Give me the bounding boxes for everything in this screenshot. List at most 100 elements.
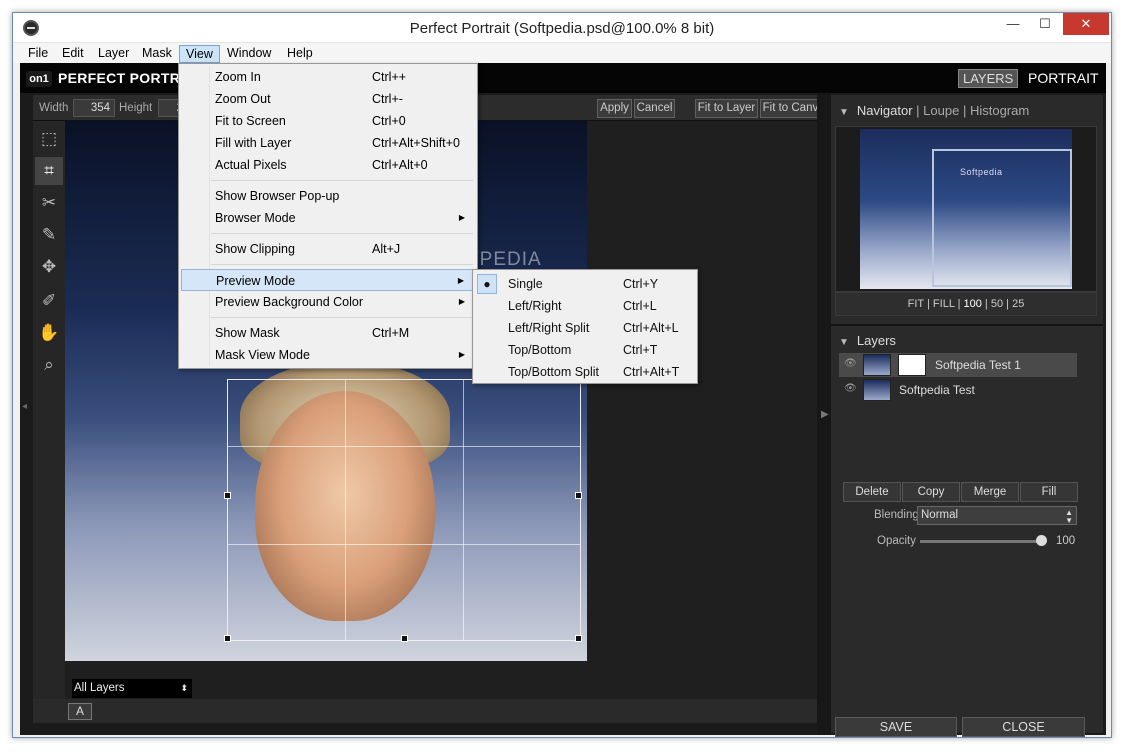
cut-tool-icon[interactable]: ✂ xyxy=(35,189,63,217)
visibility-eye-icon[interactable]: 👁 xyxy=(844,358,857,369)
zoom-presets: FIT | FILL | 100 | 50 | 25 xyxy=(835,292,1097,316)
crop-handle[interactable] xyxy=(224,492,231,499)
submenu-top-bottom-split[interactable]: Top/Bottom Split Ctrl+Alt+T xyxy=(475,361,695,383)
navigator-preview[interactable]: Softpedia xyxy=(835,126,1097,292)
layer-name: Softpedia Test 1 xyxy=(935,358,1021,372)
maximize-button[interactable]: ☐ xyxy=(1031,13,1059,35)
transform-tool-icon[interactable]: ✥ xyxy=(35,253,63,281)
menu-window[interactable]: Window xyxy=(221,45,277,63)
navigator-header: ▼ Navigator | Loupe | Histogram xyxy=(839,103,1030,118)
on1-logo: on1 xyxy=(26,71,52,87)
minimize-button[interactable]: — xyxy=(999,13,1027,35)
expand-arrow-icon[interactable]: ▶ xyxy=(821,409,829,420)
retouch-tool-icon[interactable]: ✐ xyxy=(35,287,63,315)
crop-box[interactable] xyxy=(224,379,582,642)
menu-separator xyxy=(211,317,473,318)
opacity-slider-handle[interactable] xyxy=(1036,535,1047,546)
menu-file[interactable]: File xyxy=(22,45,54,63)
layer-thumbnail xyxy=(863,354,891,376)
marquee-tool-icon[interactable]: ⬚ xyxy=(35,125,63,153)
layer-row[interactable]: 👁 Softpedia Test xyxy=(839,378,1077,402)
close-window-button[interactable]: ✕ xyxy=(1063,13,1109,35)
submenu-left-right-split[interactable]: Left/Right Split Ctrl+Alt+L xyxy=(475,317,695,339)
menu-show-browser-popup[interactable]: Show Browser Pop-up xyxy=(181,185,475,207)
view-menu: Zoom In Ctrl++ Zoom Out Ctrl+- Fit to Scre… xyxy=(178,63,478,369)
tab-loupe[interactable]: Loupe xyxy=(923,103,959,118)
menu-fit-to-screen[interactable]: Fit to Screen Ctrl+0 xyxy=(181,110,475,132)
width-input[interactable]: 354 xyxy=(73,99,115,117)
opacity-label: Opacity xyxy=(877,535,916,547)
blending-select[interactable]: Normal ▲ ▼ xyxy=(917,506,1077,525)
right-panel: ▼ Navigator | Loupe | Histogram Softpedia… xyxy=(831,95,1103,733)
canvas-bottom-bar: A xyxy=(33,699,817,723)
submenu-top-bottom[interactable]: Top/Bottom Ctrl+T xyxy=(475,339,695,361)
zoom-fit[interactable]: FIT xyxy=(908,298,924,310)
menu-bar: File Edit Layer Mask View Window Help xyxy=(13,43,1111,63)
menu-mask-view-mode[interactable]: Mask View Mode ▶ xyxy=(181,344,475,366)
a-button[interactable]: A xyxy=(68,703,92,720)
menu-show-mask[interactable]: Show Mask Ctrl+M xyxy=(181,322,475,344)
submenu-single[interactable]: ● Single Ctrl+Y xyxy=(475,273,695,295)
menu-layer[interactable]: Layer xyxy=(92,45,135,63)
close-button[interactable]: CLOSE xyxy=(962,717,1085,737)
submenu-left-right[interactable]: Left/Right Ctrl+L xyxy=(475,295,695,317)
menu-view[interactable]: View xyxy=(179,45,220,63)
left-collapse-icon[interactable]: ◂ xyxy=(22,401,27,412)
delete-layer-button[interactable]: Delete xyxy=(843,482,901,502)
layer-list: 👁 Softpedia Test 1 👁 Softpedia Test xyxy=(839,353,1077,407)
menu-zoom-in[interactable]: Zoom In Ctrl++ xyxy=(181,66,475,88)
mode-layers-button[interactable]: LAYERS xyxy=(958,69,1019,88)
menu-preview-mode[interactable]: Preview Mode ▶ xyxy=(181,269,475,291)
height-label: Height xyxy=(119,102,153,114)
tab-navigator[interactable]: Navigator xyxy=(857,103,913,118)
brush-tool-icon[interactable]: ✎ xyxy=(35,221,63,249)
menu-zoom-out[interactable]: Zoom Out Ctrl+- xyxy=(181,88,475,110)
fill-layer-button[interactable]: Fill xyxy=(1020,482,1078,502)
menu-preview-background-color[interactable]: Preview Background Color ▶ xyxy=(181,291,475,313)
merge-layer-button[interactable]: Merge xyxy=(961,482,1019,502)
menu-fill-with-layer[interactable]: Fill with Layer Ctrl+Alt+Shift+0 xyxy=(181,132,475,154)
menu-actual-pixels[interactable]: Actual Pixels Ctrl+Alt+0 xyxy=(181,154,475,176)
layer-row[interactable]: 👁 Softpedia Test 1 xyxy=(839,353,1077,377)
crop-handle[interactable] xyxy=(575,492,582,499)
visibility-eye-icon[interactable]: 👁 xyxy=(844,383,857,394)
tab-histogram[interactable]: Histogram xyxy=(970,103,1029,118)
crop-handle[interactable] xyxy=(224,635,231,642)
layers-select-value: All Layers xyxy=(74,682,125,694)
zoom-fill[interactable]: FILL xyxy=(933,298,955,310)
save-button[interactable]: SAVE xyxy=(835,717,957,737)
window-title: Perfect Portrait (Softpedia.psd@100.0% 8… xyxy=(409,20,715,37)
collapse-triangle-icon[interactable]: ▼ xyxy=(839,107,849,118)
layers-view-select[interactable]: All Layers ⬍ xyxy=(72,679,192,698)
zoom-100[interactable]: 100 xyxy=(964,298,982,310)
collapse-triangle-icon[interactable]: ▼ xyxy=(839,337,849,348)
menu-show-clipping[interactable]: Show Clipping Alt+J xyxy=(181,238,475,260)
crop-handle[interactable] xyxy=(401,635,408,642)
submenu-arrow-icon: ▶ xyxy=(458,213,465,222)
menu-edit[interactable]: Edit xyxy=(56,45,90,63)
opacity-slider-track[interactable] xyxy=(920,540,1042,543)
menu-mask[interactable]: Mask xyxy=(136,45,178,63)
fit-to-layer-button[interactable]: Fit to Layer xyxy=(695,99,758,118)
crop-handle[interactable] xyxy=(575,635,582,642)
zoom-50[interactable]: 50 xyxy=(991,298,1003,310)
navigator-view-frame[interactable] xyxy=(932,149,1072,287)
zoom-25[interactable]: 25 xyxy=(1012,298,1024,310)
panel-divider xyxy=(831,324,1103,326)
copy-layer-button[interactable]: Copy xyxy=(902,482,960,502)
mode-portrait-button[interactable]: PORTRAIT xyxy=(1028,70,1099,86)
hand-tool-icon[interactable]: ✋ xyxy=(35,319,63,347)
apply-button[interactable]: Apply xyxy=(597,99,632,118)
opacity-value: 100 xyxy=(1056,535,1076,547)
zoom-tool-icon[interactable]: ⌕ xyxy=(35,351,63,379)
cancel-button[interactable]: Cancel xyxy=(634,99,675,118)
radio-bullet-icon: ● xyxy=(477,274,497,294)
crop-grid-line xyxy=(463,380,464,640)
panel-splitter[interactable]: ▶ xyxy=(817,93,831,735)
menu-browser-mode[interactable]: Browser Mode ▶ xyxy=(181,207,475,229)
menu-separator xyxy=(211,180,473,181)
layer-thumbnail xyxy=(863,379,891,401)
crop-tool-icon[interactable]: ⌗ xyxy=(35,157,63,185)
layers-title: Layers xyxy=(856,333,896,348)
menu-help[interactable]: Help xyxy=(281,45,319,63)
